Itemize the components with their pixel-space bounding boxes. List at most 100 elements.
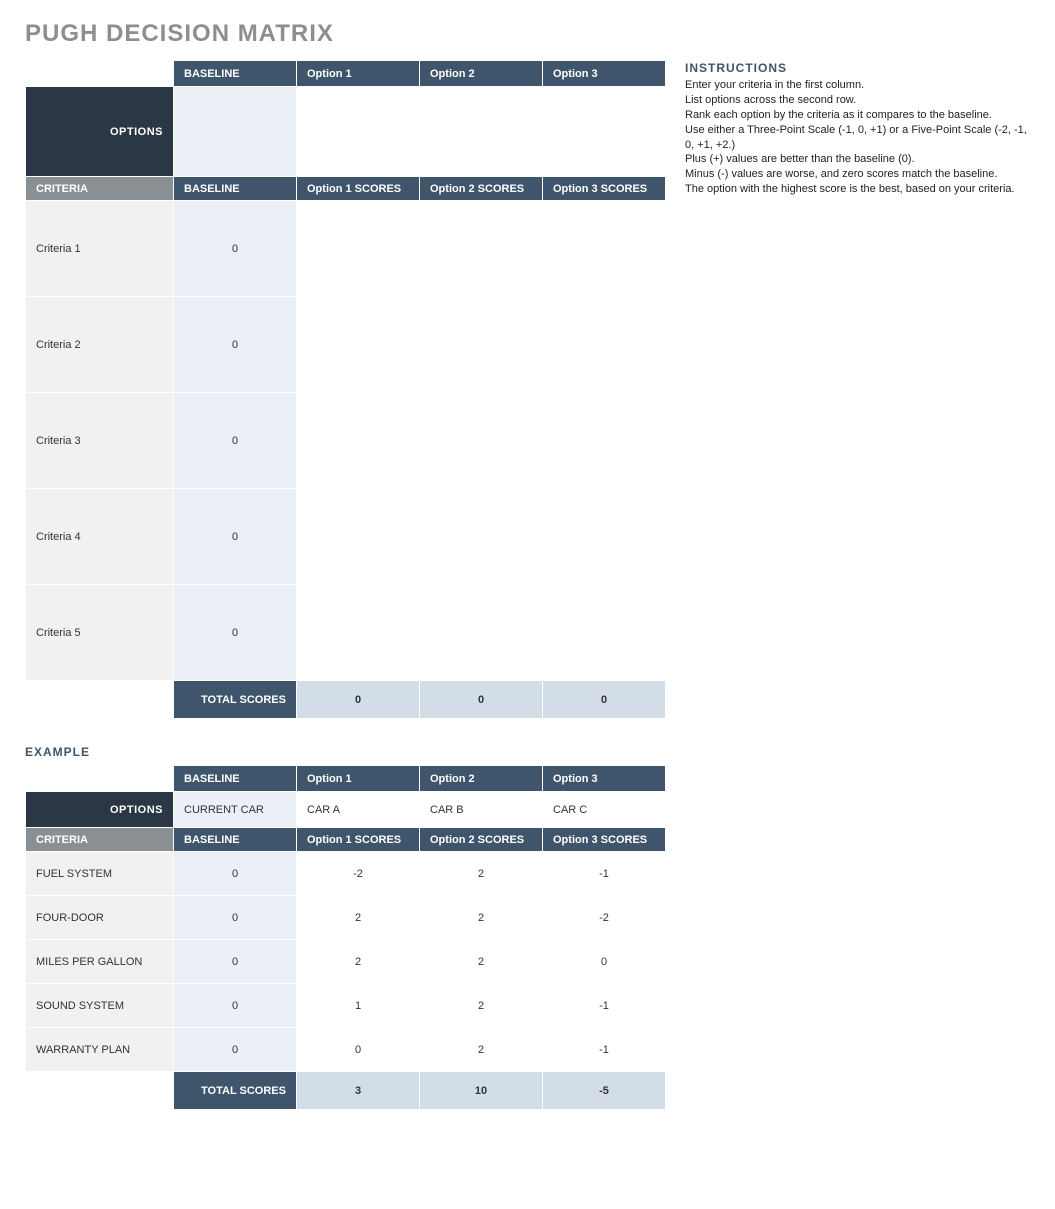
score-cell: 0 [543, 940, 666, 984]
score-cell[interactable] [543, 393, 666, 489]
option2-score-header: Option 2 SCORES [420, 177, 543, 201]
criteria-name[interactable]: Criteria 1 [26, 201, 174, 297]
option-header-row: BASELINE Option 1 Option 2 Option 3 [26, 766, 666, 792]
option3-score-header: Option 3 SCORES [543, 828, 666, 852]
score-cell[interactable] [297, 585, 420, 681]
criteria-name[interactable]: Criteria 2 [26, 297, 174, 393]
score-cell: 2 [297, 896, 420, 940]
score-cell[interactable] [297, 201, 420, 297]
score-cell: 1 [297, 984, 420, 1028]
option2-cell: CAR B [420, 792, 543, 828]
score-cell[interactable] [543, 489, 666, 585]
criteria-row: SOUND SYSTEM 0 1 2 -1 [26, 984, 666, 1028]
col-baseline-header: BASELINE [174, 61, 297, 87]
baseline-option-cell[interactable] [174, 87, 297, 177]
totals-row: TOTAL SCORES 0 0 0 [26, 681, 666, 719]
baseline-score: 0 [174, 297, 297, 393]
score-cell[interactable] [420, 393, 543, 489]
criteria-name: WARRANTY PLAN [26, 1028, 174, 1072]
total-option3: -5 [543, 1072, 666, 1110]
score-cell[interactable] [543, 585, 666, 681]
baseline-score: 0 [174, 940, 297, 984]
option3-cell: CAR C [543, 792, 666, 828]
criteria-row: MILES PER GALLON 0 2 2 0 [26, 940, 666, 984]
col-option2-header: Option 2 [420, 766, 543, 792]
criteria-row: Criteria 4 0 [26, 489, 666, 585]
criteria-header-row: CRITERIA BASELINE Option 1 SCORES Option… [26, 177, 666, 201]
total-option3: 0 [543, 681, 666, 719]
instruction-line: Plus (+) values are better than the base… [685, 152, 1030, 167]
score-cell[interactable] [543, 297, 666, 393]
criteria-name: SOUND SYSTEM [26, 984, 174, 1028]
instruction-line: The option with the highest score is the… [685, 182, 1030, 197]
score-cell[interactable] [297, 489, 420, 585]
col-baseline-header: BASELINE [174, 766, 297, 792]
criteria-row: WARRANTY PLAN 0 0 2 -1 [26, 1028, 666, 1072]
example-label: EXAMPLE [25, 745, 1030, 759]
criteria-header-row: CRITERIA BASELINE Option 1 SCORES Option… [26, 828, 666, 852]
criteria-name[interactable]: Criteria 3 [26, 393, 174, 489]
score-cell: 2 [420, 940, 543, 984]
baseline-score-header: BASELINE [174, 828, 297, 852]
baseline-score: 0 [174, 1028, 297, 1072]
score-cell: 2 [420, 896, 543, 940]
score-cell: -1 [543, 984, 666, 1028]
option3-cell[interactable] [543, 87, 666, 177]
total-option1: 3 [297, 1072, 420, 1110]
baseline-score: 0 [174, 393, 297, 489]
score-cell: 0 [297, 1028, 420, 1072]
total-option1: 0 [297, 681, 420, 719]
baseline-option-cell: CURRENT CAR [174, 792, 297, 828]
option2-cell[interactable] [420, 87, 543, 177]
score-cell[interactable] [543, 201, 666, 297]
total-option2: 10 [420, 1072, 543, 1110]
score-cell: -1 [543, 1028, 666, 1072]
criteria-row: FOUR-DOOR 0 2 2 -2 [26, 896, 666, 940]
criteria-row: Criteria 5 0 [26, 585, 666, 681]
total-scores-label: TOTAL SCORES [174, 681, 297, 719]
option1-cell[interactable] [297, 87, 420, 177]
instruction-line: Enter your criteria in the first column. [685, 78, 1030, 93]
criteria-name: FOUR-DOOR [26, 896, 174, 940]
baseline-score: 0 [174, 201, 297, 297]
option3-score-header: Option 3 SCORES [543, 177, 666, 201]
score-cell: -1 [543, 852, 666, 896]
score-cell: 2 [420, 984, 543, 1028]
score-cell[interactable] [420, 489, 543, 585]
score-cell[interactable] [420, 297, 543, 393]
instruction-line: Minus (-) values are worse, and zero sco… [685, 167, 1030, 182]
score-cell[interactable] [420, 585, 543, 681]
page-title: PUGH DECISION MATRIX [25, 20, 1030, 48]
col-option2-header: Option 2 [420, 61, 543, 87]
options-row: OPTIONS [26, 87, 666, 177]
score-cell[interactable] [420, 201, 543, 297]
score-cell: -2 [543, 896, 666, 940]
instructions-block: INSTRUCTIONS Enter your criteria in the … [685, 60, 1030, 197]
option1-cell: CAR A [297, 792, 420, 828]
option2-score-header: Option 2 SCORES [420, 828, 543, 852]
col-option3-header: Option 3 [543, 61, 666, 87]
option1-score-header: Option 1 SCORES [297, 828, 420, 852]
criteria-header: CRITERIA [26, 828, 174, 852]
baseline-score: 0 [174, 984, 297, 1028]
option1-score-header: Option 1 SCORES [297, 177, 420, 201]
score-cell: 2 [297, 940, 420, 984]
options-label: OPTIONS [26, 792, 174, 828]
score-cell: 2 [420, 1028, 543, 1072]
score-cell[interactable] [297, 393, 420, 489]
options-row: OPTIONS CURRENT CAR CAR A CAR B CAR C [26, 792, 666, 828]
criteria-row: Criteria 3 0 [26, 393, 666, 489]
instructions-header: INSTRUCTIONS [685, 60, 1030, 76]
total-scores-label: TOTAL SCORES [174, 1072, 297, 1110]
main-matrix: BASELINE Option 1 Option 2 Option 3 OPTI… [25, 60, 665, 719]
example-matrix: BASELINE Option 1 Option 2 Option 3 OPTI… [25, 765, 665, 1110]
score-cell: -2 [297, 852, 420, 896]
instruction-line: List options across the second row. [685, 93, 1030, 108]
instruction-line: Rank each option by the criteria as it c… [685, 108, 1030, 123]
baseline-score-header: BASELINE [174, 177, 297, 201]
score-cell[interactable] [297, 297, 420, 393]
instruction-line: Use either a Three-Point Scale (-1, 0, +… [685, 123, 1030, 153]
criteria-row: Criteria 1 0 [26, 201, 666, 297]
criteria-name[interactable]: Criteria 4 [26, 489, 174, 585]
criteria-name[interactable]: Criteria 5 [26, 585, 174, 681]
